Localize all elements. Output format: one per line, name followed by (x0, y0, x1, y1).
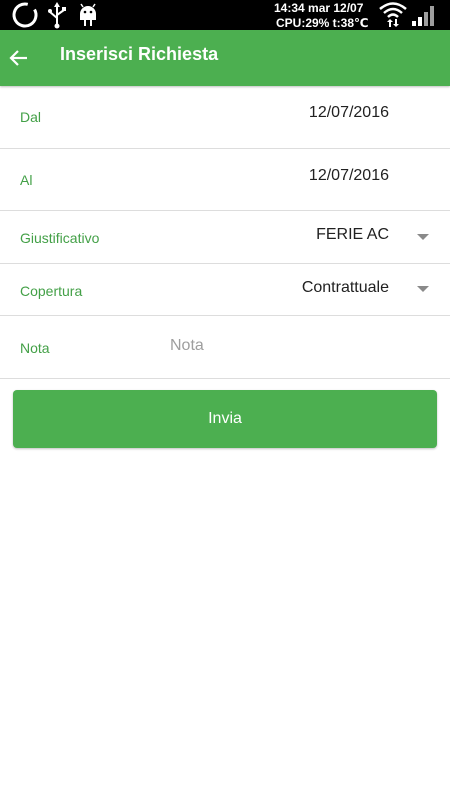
giustificativo-label: Giustificativo (20, 230, 100, 246)
status-cpu-temp: CPU:29% t:38℃ (276, 16, 369, 30)
arrow-back-icon (2, 50, 42, 82)
nota-input[interactable] (160, 334, 440, 358)
al-row[interactable]: Al 12/07/2016 (0, 149, 450, 211)
dal-label: Dal (20, 109, 42, 125)
chevron-down-icon[interactable] (417, 286, 429, 292)
copertura-select[interactable]: Contrattuale (302, 279, 389, 297)
al-date-value[interactable]: 12/07/2016 (309, 167, 389, 185)
copertura-row[interactable]: Copertura Contrattuale (0, 264, 450, 316)
page-title: Inserisci Richiesta (60, 44, 219, 64)
copertura-label: Copertura (20, 283, 83, 299)
status-bar: 14:34 mar 12/07 CPU:29% t:38℃ (0, 0, 450, 30)
dal-row[interactable]: Dal 12/07/2016 (0, 86, 450, 149)
nota-row: Nota (0, 316, 450, 379)
status-time-date: 14:34 mar 12/07 (274, 1, 364, 15)
giustificativo-row[interactable]: Giustificativo FERIE AC (0, 211, 450, 264)
screen: 14:34 mar 12/07 CPU:29% t:38℃ Inserisci … (0, 0, 450, 800)
al-label: Al (20, 172, 33, 188)
invia-button[interactable]: Invia (13, 390, 437, 448)
nota-label: Nota (20, 340, 50, 356)
dal-date-value[interactable]: 12/07/2016 (309, 104, 389, 122)
chevron-down-icon[interactable] (417, 234, 429, 240)
back-button[interactable] (2, 38, 42, 78)
app-bar: Inserisci Richiesta (0, 30, 450, 86)
giustificativo-select[interactable]: FERIE AC (316, 226, 389, 244)
